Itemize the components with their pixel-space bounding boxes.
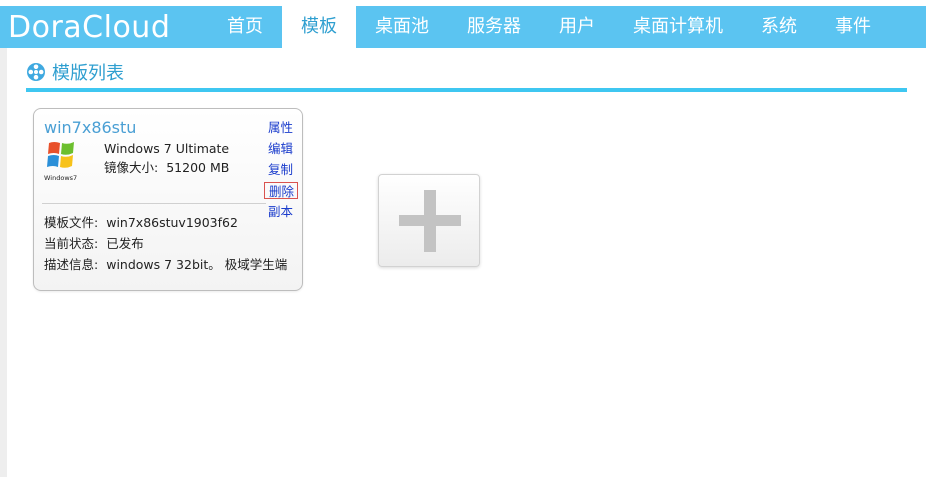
nav-item-users[interactable]: 用户 [540,6,614,48]
main-nav: 首页 模板 桌面池 服务器 用户 桌面计算机 系统 事件 [208,6,890,48]
nav-item-system[interactable]: 系统 [742,6,816,48]
card-divider [42,203,266,204]
section-divider [26,88,907,92]
template-file-label: 模板文件: [44,215,99,230]
copy-link[interactable]: 复制 [264,161,298,178]
nav-item-templates[interactable]: 模板 [282,6,356,48]
image-size-label: 镜像大小: [104,160,159,175]
nav-item-desktop-pools[interactable]: 桌面池 [356,6,448,48]
description-label: 描述信息: [44,257,99,272]
page-title: 模版列表 [52,63,124,84]
delete-link[interactable]: 删除 [264,182,298,199]
template-file-row: 模板文件: win7x86stuv1903f62 [44,212,238,231]
image-size-value: 51200 MB [166,160,230,175]
description-row: 描述信息: windows 7 32bit。 极域学生端 [44,254,287,273]
template-actions: 属性 编辑 复制 删除 副本 [264,119,300,224]
template-card: win7x86stu Windows7 Windows 7 Ultimate 镜… [33,108,303,291]
film-reel-icon [27,63,45,81]
description-value: windows 7 32bit。 极域学生端 [106,257,288,272]
nav-item-desktop-computers[interactable]: 桌面计算机 [614,6,742,48]
template-file-value: win7x86stuv1903f62 [106,215,238,230]
left-gutter [0,48,7,477]
nav-item-servers[interactable]: 服务器 [448,6,540,48]
windows-7-logo-icon: Windows7 [44,142,77,182]
status-row: 当前状态: 已发布 [44,233,144,252]
edit-link[interactable]: 编辑 [264,140,298,157]
status-label: 当前状态: [44,236,99,251]
top-navbar: DoraCloud 首页 模板 桌面池 服务器 用户 桌面计算机 系统 事件 [0,6,926,48]
windows-logo-text: Windows7 [44,174,77,182]
template-os: Windows 7 Ultimate [104,141,230,156]
replica-link[interactable]: 副本 [264,203,298,220]
section-header: 模版列表 [26,58,124,86]
image-size: 镜像大小: 51200 MB [104,157,229,176]
add-template-button[interactable] [378,174,480,267]
nav-item-events[interactable]: 事件 [816,6,890,48]
properties-link[interactable]: 属性 [264,119,298,136]
status-value: 已发布 [106,236,144,251]
app-logo[interactable]: DoraCloud [8,8,170,48]
plus-icon-vertical [424,190,436,252]
template-name[interactable]: win7x86stu [44,118,136,137]
nav-item-home[interactable]: 首页 [208,6,282,48]
